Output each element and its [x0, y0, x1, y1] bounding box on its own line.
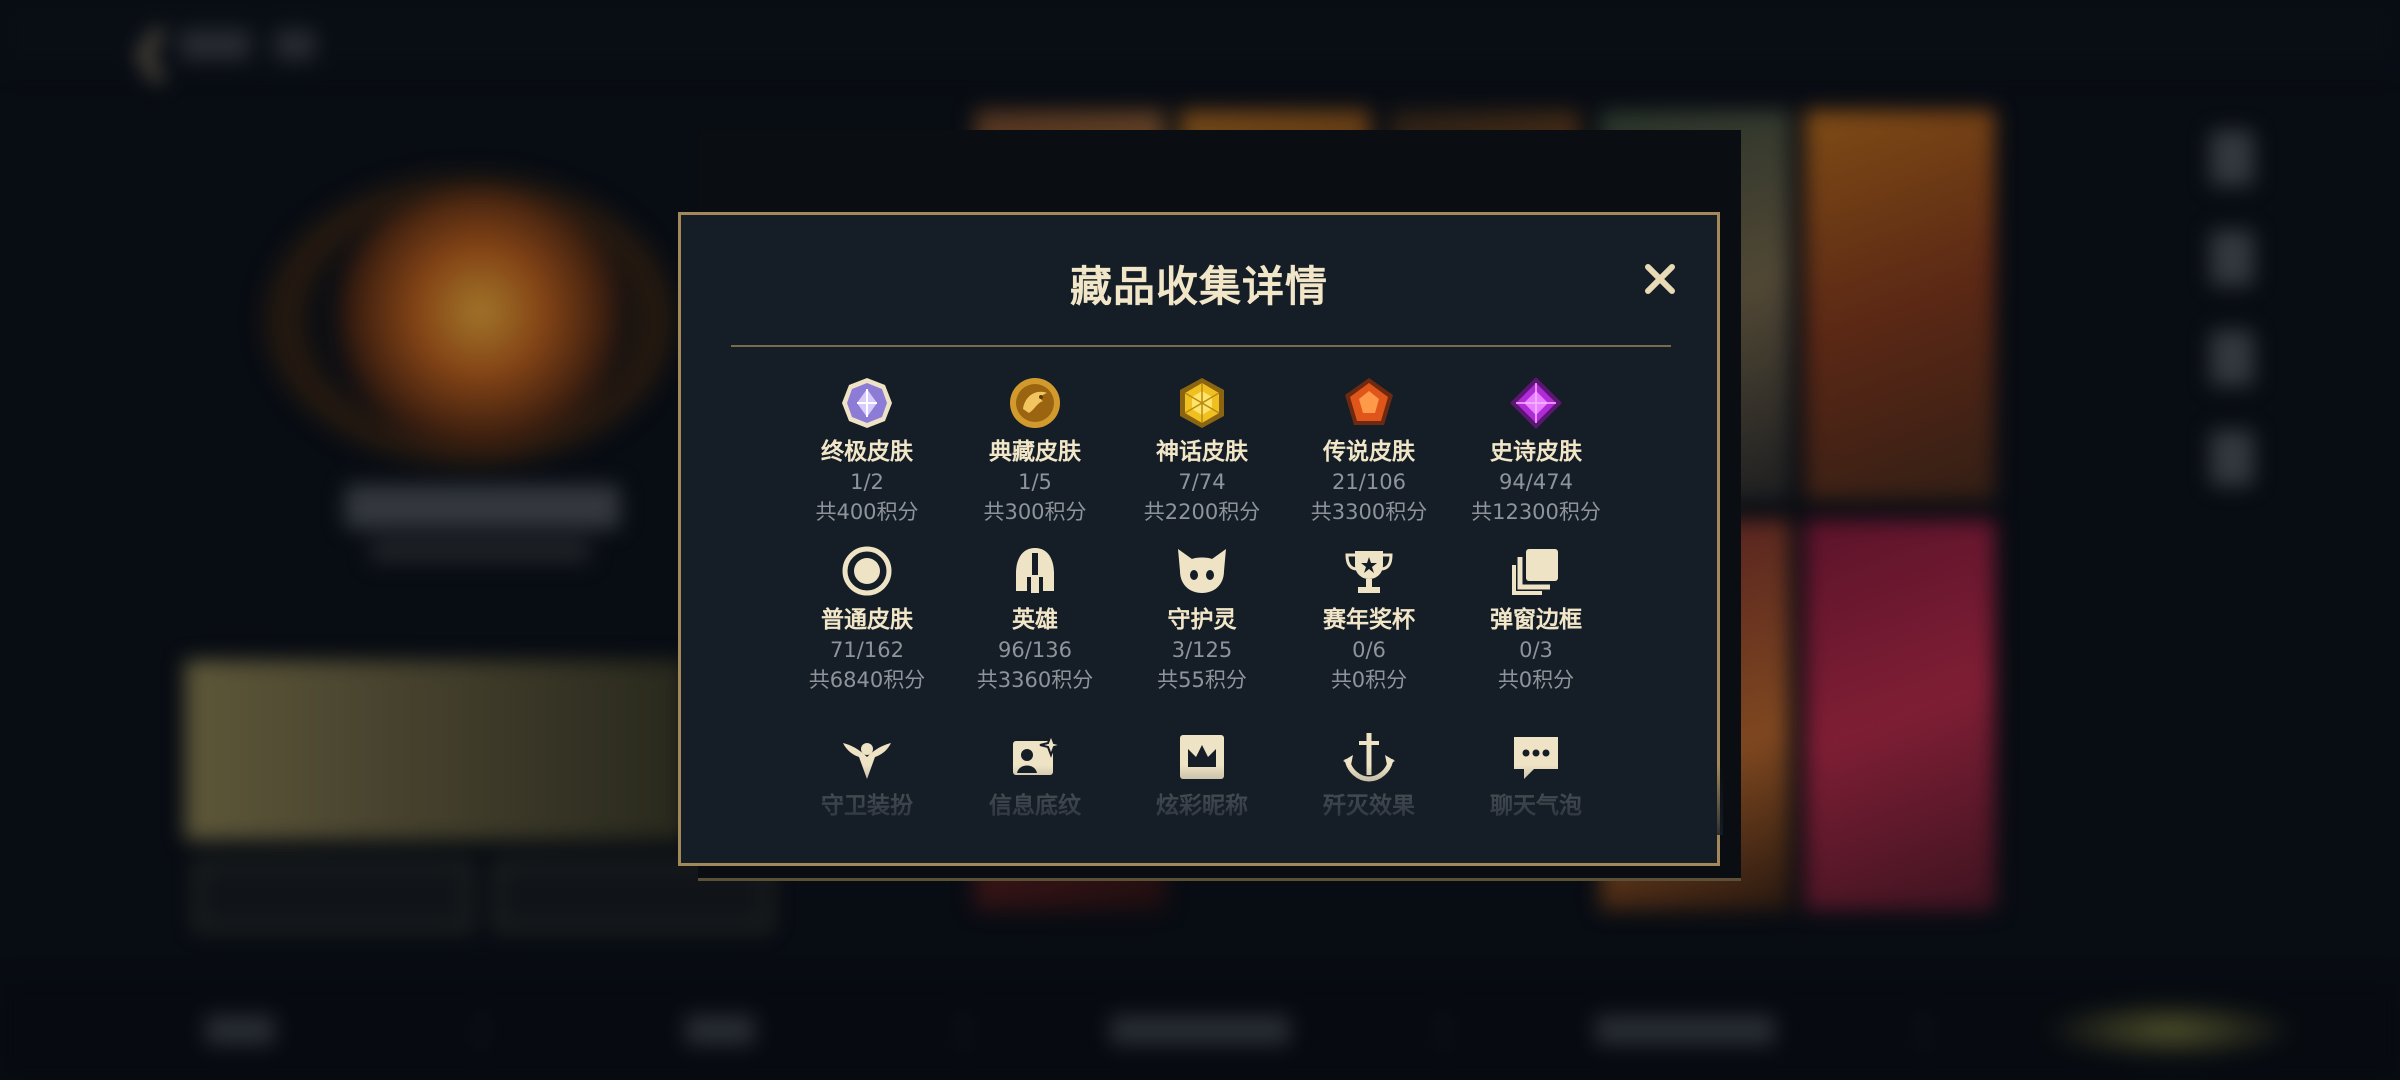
- item-points: 共0积分: [1497, 668, 1575, 692]
- collection-item-info-card[interactable]: 信息底纹: [951, 729, 1119, 821]
- trophy-icon: [1345, 551, 1393, 593]
- collection-details-modal: 藏品收集详情 终极皮肤 1/2 共400积分 典藏皮肤 1/5 共300积分 神…: [678, 212, 1723, 866]
- collection-item-heroes[interactable]: 英雄 96/136 共3360积分: [951, 543, 1119, 695]
- item-points: 共6840积分: [808, 668, 926, 692]
- ward-icon: [843, 743, 891, 779]
- collection-item-guardian[interactable]: 守护灵 3/125 共55积分: [1118, 543, 1286, 695]
- item-points: 共3300积分: [1310, 500, 1428, 524]
- collection-item-frame[interactable]: 弹窗边框 0/3 共0积分: [1452, 543, 1620, 695]
- item-name: 炫彩昵称: [1156, 793, 1248, 819]
- crown-card-icon: [1180, 735, 1224, 779]
- item-name: 终极皮肤: [821, 439, 913, 465]
- item-count: 3/125: [1171, 638, 1233, 662]
- item-count: 1/2: [850, 470, 884, 494]
- item-points: 共0积分: [1330, 668, 1408, 692]
- collection-item-legendary[interactable]: 传说皮肤 21/106 共3300积分: [1285, 375, 1453, 527]
- legendary-gem-icon: [1345, 378, 1393, 425]
- collection-item-elimination[interactable]: 歼灭效果: [1285, 729, 1453, 821]
- item-name: 典藏皮肤: [989, 439, 1081, 465]
- item-name: 英雄: [1012, 607, 1058, 633]
- mythic-gem-icon: [1180, 378, 1224, 428]
- chat-bubble-icon: [1514, 737, 1558, 779]
- item-count: 71/162: [830, 638, 904, 662]
- item-name: 歼灭效果: [1323, 793, 1415, 819]
- modal-title: 藏品收集详情: [1069, 262, 1328, 311]
- item-points: 共55积分: [1157, 668, 1247, 692]
- collection-item-ultimate[interactable]: 终极皮肤 1/2 共400积分: [783, 375, 951, 527]
- item-count: 7/74: [1178, 470, 1226, 494]
- collection-item-epic[interactable]: 史诗皮肤 94/474 共12300积分: [1452, 375, 1620, 527]
- item-count: 96/136: [998, 638, 1072, 662]
- item-name: 史诗皮肤: [1490, 439, 1582, 465]
- item-points: 共400积分: [815, 500, 919, 524]
- info-card-icon: [1013, 732, 1063, 775]
- helmet-icon: [1016, 548, 1054, 593]
- item-name: 神话皮肤: [1156, 439, 1248, 465]
- item-name: 守卫装扮: [821, 793, 913, 819]
- frame-icon: [1512, 549, 1558, 595]
- collection-item-chat-bubble[interactable]: 聊天气泡: [1452, 729, 1620, 821]
- close-button[interactable]: [1638, 257, 1682, 301]
- item-count: 0/6: [1352, 638, 1386, 662]
- item-name: 聊天气泡: [1490, 793, 1582, 819]
- item-count: 21/106: [1332, 470, 1406, 494]
- dragon-gem-icon: [1010, 378, 1060, 428]
- item-points: 共300积分: [983, 500, 1087, 524]
- collection-item-prestige[interactable]: 典藏皮肤 1/5 共300积分: [951, 375, 1119, 527]
- item-name: 信息底纹: [989, 793, 1081, 819]
- item-count: 94/474: [1499, 470, 1573, 494]
- title-divider: [731, 345, 1671, 347]
- collection-item-trophy[interactable]: 赛年奖杯 0/6 共0积分: [1285, 543, 1453, 695]
- item-name: 传说皮肤: [1323, 439, 1415, 465]
- collection-item-nickname[interactable]: 炫彩昵称: [1118, 729, 1286, 821]
- item-points: 共2200积分: [1143, 500, 1261, 524]
- collection-item-common[interactable]: 普通皮肤 71/162 共6840积分: [783, 543, 951, 695]
- ultimate-gem-icon: [842, 378, 892, 428]
- item-name: 弹窗边框: [1490, 607, 1582, 633]
- item-name: 普通皮肤: [821, 607, 913, 633]
- close-icon: [1645, 264, 1675, 294]
- ring-icon: [842, 546, 892, 596]
- item-name: 赛年奖杯: [1323, 607, 1415, 633]
- guardian-spirit-icon: [1178, 549, 1226, 593]
- item-count: 1/5: [1018, 470, 1052, 494]
- item-name: 守护灵: [1167, 607, 1237, 633]
- collection-item-ward[interactable]: 守卫装扮: [783, 729, 951, 821]
- item-count: 0/3: [1519, 638, 1553, 662]
- collection-grid: 终极皮肤 1/2 共400积分 典藏皮肤 1/5 共300积分 神话皮肤 7/7…: [681, 375, 1723, 835]
- anchor-icon: [1343, 733, 1395, 782]
- collection-item-mythic[interactable]: 神话皮肤 7/74 共2200积分: [1118, 375, 1286, 527]
- epic-gem-icon: [1510, 377, 1562, 429]
- item-points: 共3360积分: [976, 668, 1094, 692]
- item-points: 共12300积分: [1471, 500, 1601, 524]
